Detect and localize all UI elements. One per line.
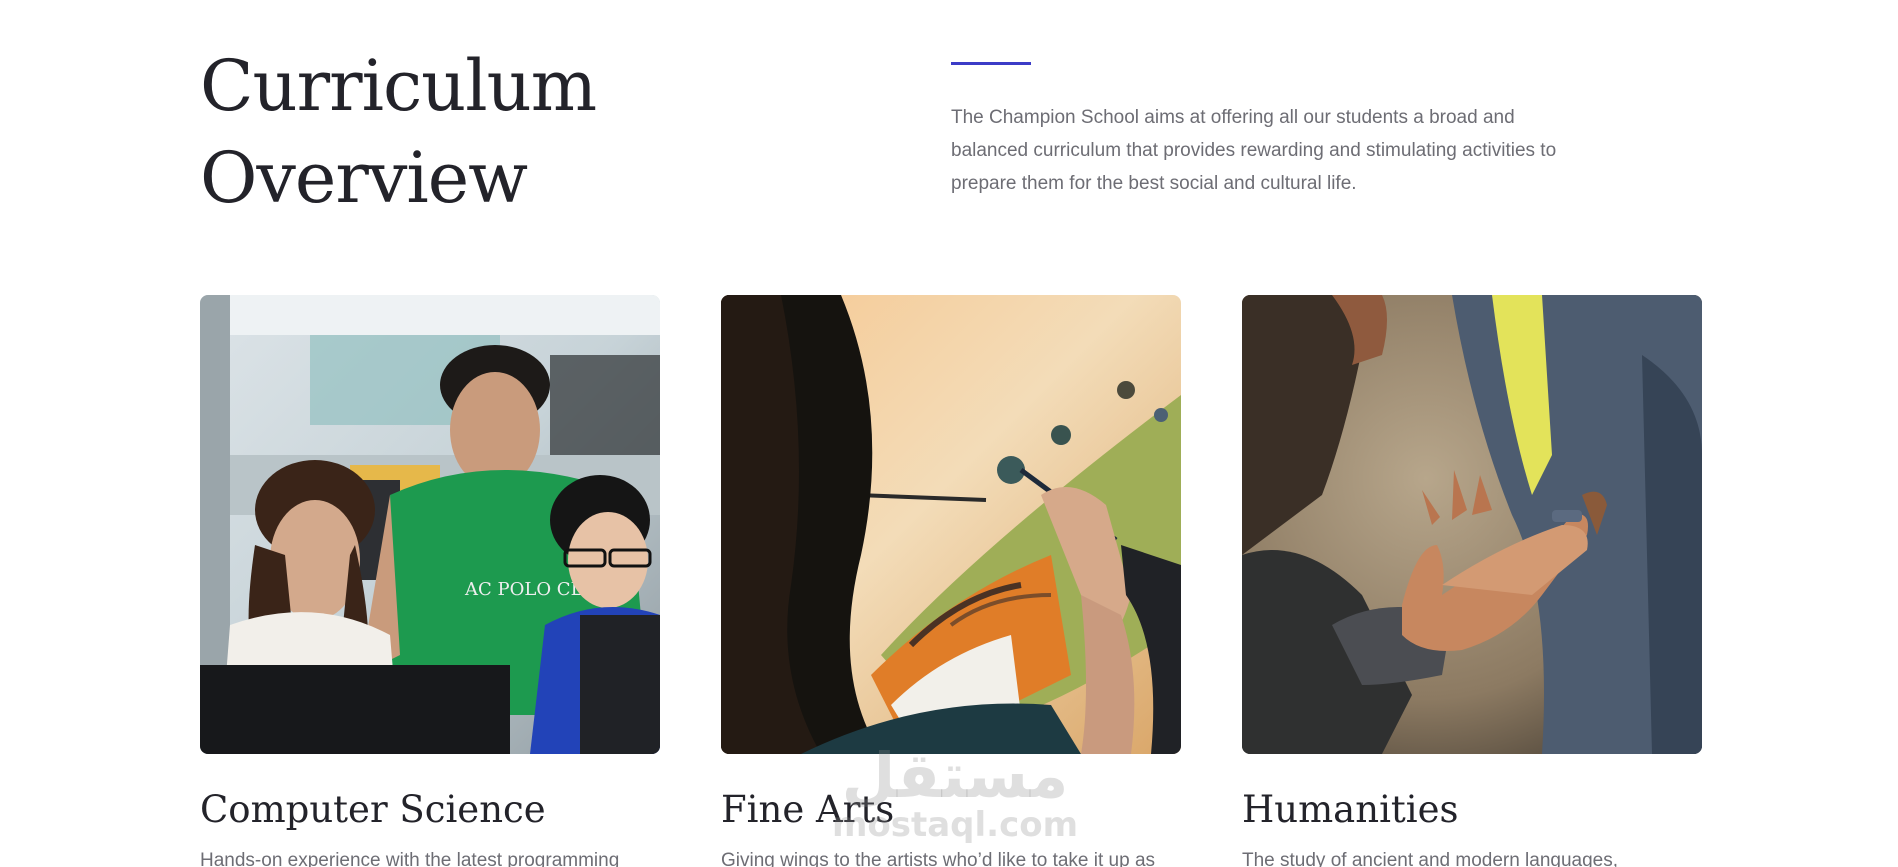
card-title[interactable]: Humanities [1242, 786, 1702, 834]
painting-on-canvas-photo [721, 295, 1181, 754]
card-description: The study of ancient and modern language… [1242, 850, 1619, 867]
curriculum-cards: AC POLO CLU Computer Science Hands-on ex… [200, 295, 1702, 867]
card-title[interactable]: Computer Science [200, 786, 660, 834]
card-fine-arts[interactable]: Fine Arts Giving wings to the artists wh… [721, 295, 1181, 867]
page-title: Curriculum Overview [200, 45, 597, 219]
accent-divider [951, 62, 1031, 65]
card-computer-science[interactable]: AC POLO CLU Computer Science Hands-on ex… [200, 295, 660, 867]
computer-science-image[interactable]: AC POLO CLU [200, 295, 660, 754]
card-description: Hands-on experience with the latest prog… [200, 850, 620, 867]
curriculum-header: Curriculum Overview The Champion School … [200, 40, 1700, 240]
hands-touching-photo [1242, 295, 1702, 754]
humanities-image[interactable] [1242, 295, 1702, 754]
intro-text: The Champion School aims at offering all… [951, 107, 1557, 194]
fine-arts-image[interactable] [721, 295, 1181, 754]
card-title[interactable]: Fine Arts [721, 786, 1181, 834]
intro-block: The Champion School aims at offering all… [951, 62, 1591, 200]
students-at-computers-photo: AC POLO CLU [200, 295, 660, 754]
card-humanities[interactable]: Humanities The study of ancient and mode… [1242, 295, 1702, 867]
card-description: Giving wings to the artists who’d like t… [721, 850, 1156, 867]
